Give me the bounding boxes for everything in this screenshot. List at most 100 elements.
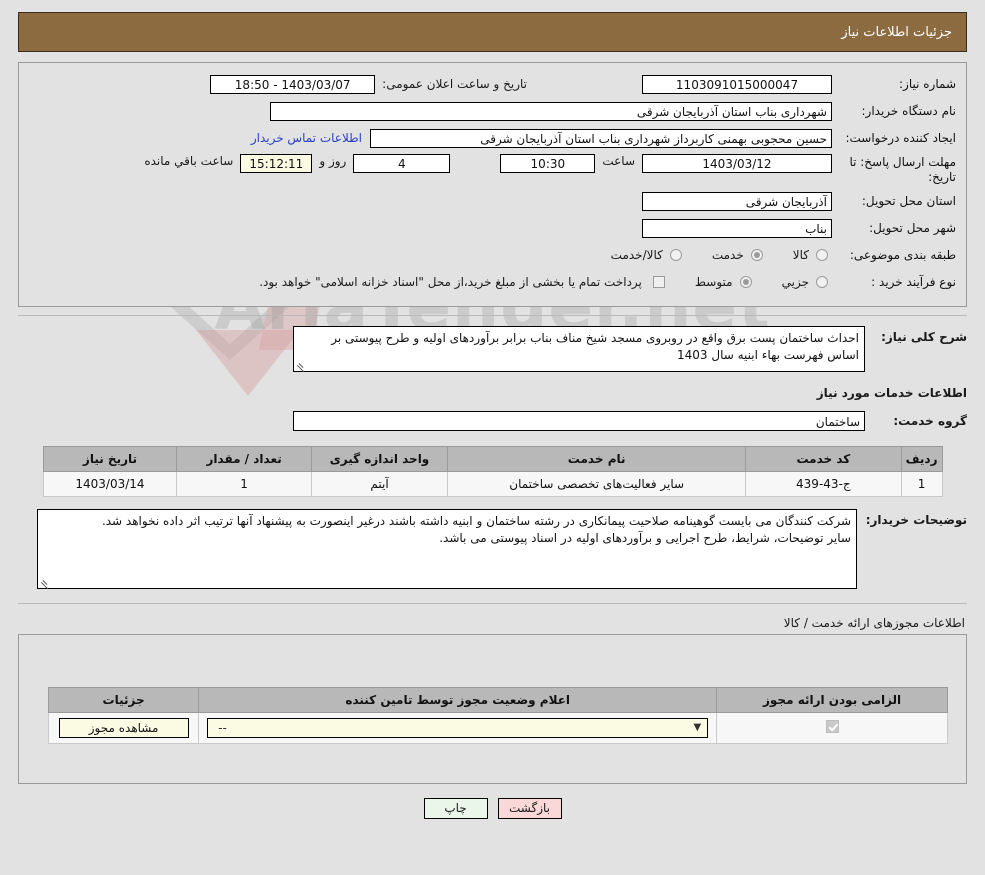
label-service-group: گروه خدمت: [893,414,967,428]
buyer-notes-line-2: سایر توضیحات، شرایط، طرح اجرایی و برآورد… [439,531,851,545]
radio-icon[interactable] [750,249,763,261]
footer-buttons: بازگشت چاپ [0,798,985,819]
services-col-name: نام خدمت [447,446,747,472]
cell-permit-detail: مشاهده مجوز [47,712,200,744]
permits-panel: الزامی بودن ارائه مجوز اعلام وضعیت مجوز … [18,634,967,784]
permit-required-checkbox[interactable] [825,720,839,733]
category-option-label: کالا [792,248,809,262]
remaining-time-field[interactable]: 15:12:11 [240,154,313,173]
deadline-date-field[interactable]: 1403/03/12 [642,154,832,173]
services-table: ردیف کد خدمت نام خدمت واحد اندازه گیری ت… [42,446,943,497]
permits-table-header-row: الزامی بودن ارائه مجوز اعلام وضعیت مجوز … [47,687,948,713]
radio-icon[interactable] [816,249,828,261]
creator-field[interactable]: حسین محجوبی بهمنی کاربرداز شهرداری بناب … [370,128,832,148]
chevron-down-icon: ▼ [693,722,702,733]
page-root: AriaTender.net جزئیات اطلاعات نیاز شماره… [0,0,985,875]
category-option-kala-khedmat[interactable]: کالا/خدمت [611,248,686,262]
services-col-code: کد خدمت [745,446,902,472]
services-table-header-row: ردیف کد خدمت نام خدمت واحد اندازه گیری ت… [42,446,943,472]
category-option-khedmat[interactable]: خدمت [712,248,767,262]
process-radio-group: جزیي متوسط [669,275,832,289]
buyer-notes-textarea[interactable]: شرکت کنندگان می بایست گوهینامه صلاحیت پی… [37,509,857,590]
summary-text: احداث ساختمان پست برق واقع در روبروی مسج… [331,331,859,362]
label-remaining: ساعت باقي مانده [144,154,234,168]
label-category: طبقه بندی موضوعی: [849,248,956,262]
cell-unit: آیتم [310,471,449,497]
row-service-group: گروه خدمت: ساختمان [18,410,967,432]
summary-textarea[interactable]: احداث ساختمان پست برق واقع در روبروی مسج… [293,326,865,373]
permit-status-select[interactable]: ▼ -- [207,718,709,738]
row-process-type: نوع فرآیند خرید : جزیي متوسط پرداخت تمام… [29,271,956,293]
resize-grip-icon[interactable] [40,578,49,590]
services-col-row-no: ردیف [900,446,943,472]
label-deadline: مهلت ارسال پاسخ: تا تاریخ: [849,155,956,184]
resize-grip-icon[interactable] [296,361,305,373]
services-section-title: اطلاعات خدمات مورد نیاز [816,386,967,400]
radio-icon[interactable] [739,276,752,288]
radio-icon[interactable] [669,249,682,261]
treasury-checkbox[interactable] [652,276,665,288]
permit-status-value: -- [218,721,227,735]
label-public-announce: تاریخ و ساعت اعلان عمومی: [382,77,527,91]
deadline-hour-field[interactable]: 10:30 [500,154,596,173]
cell-service-name: سایر فعالیت‌های تخصصی ساختمان [447,471,747,497]
label-process-type: نوع فرآیند خرید : [871,275,956,289]
need-number-field[interactable]: 1103091015000047 [642,74,832,94]
services-col-need-date: تاریخ نیاز [42,446,178,472]
row-province: استان محل تحویل: آذربایجان شرقی [29,190,956,212]
remaining-days-field[interactable]: 4 [353,154,451,173]
page-title: جزئیات اطلاعات نیاز [841,24,952,40]
row-city: شهر محل تحویل: بناب [29,217,956,239]
table-row: 1 ج-43-439 سایر فعالیت‌های تخصصی ساختمان… [42,471,943,497]
panel-divider [18,315,967,316]
buyer-notes-line-1: شرکت کنندگان می بایست گوهینامه صلاحیت پی… [101,514,851,528]
row-buyer-notes: توضیحات خریدار: شرکت کنندگان می بایست گو… [18,509,967,590]
label-need-number: شماره نیاز: [899,77,956,91]
permits-col-required: الزامی بودن ارائه مجوز [716,687,948,713]
label-creator: ایجاد کننده درخواست: [845,131,956,145]
row-deadline: مهلت ارسال پاسخ: تا تاریخ: 1403/03/12 سا… [29,154,956,185]
print-button[interactable]: چاپ [423,798,488,819]
cell-need-date: 1403/03/14 [42,471,178,497]
services-col-unit: واحد اندازه گیری [310,446,449,472]
service-group-field[interactable]: ساختمان [293,411,865,431]
row-creator: ایجاد کننده درخواست: حسین محجوبی بهمنی ک… [29,127,956,149]
cell-quantity: 1 [176,471,312,497]
page-title-bar: جزئیات اطلاعات نیاز [18,12,967,52]
label-province: استان محل تحویل: [861,194,956,208]
treasury-note-label: پرداخت تمام یا بخشی از مبلغ خرید،از محل … [259,275,642,289]
row-summary: شرح کلی نیاز: احداث ساختمان پست برق واقع… [18,326,967,373]
process-option-label: جزیي [781,275,809,289]
cell-row-no: 1 [900,471,943,497]
city-field[interactable]: بناب [642,218,832,238]
label-buyer-org: نام دستگاه خریدار: [861,104,957,118]
label-buyer-notes: توضیحات خریدار: [865,513,967,527]
summary-section: شرح کلی نیاز: احداث ساختمان پست برق واقع… [18,326,967,590]
row-buyer-org: نام دستگاه خریدار: شهرداری بناب استان آذ… [29,100,956,122]
label-hour: ساعت [602,154,635,168]
row-category: طبقه بندی موضوعی: کالا خدمت کالا/خدمت [29,244,956,266]
process-option-motevaset[interactable]: متوسط [695,275,756,289]
table-row: ▼ -- مشاهده مجوز [47,712,948,744]
label-city: شهر محل تحویل: [869,221,956,235]
process-option-jozei[interactable]: جزیي [782,275,832,289]
province-field[interactable]: آذربایجان شرقی [642,191,832,211]
process-option-label: متوسط [694,275,733,289]
section-divider [18,603,967,604]
category-option-label: خدمت [711,248,744,262]
back-button[interactable]: بازگشت [497,798,562,819]
cell-permit-status: ▼ -- [198,712,718,744]
category-option-kala[interactable]: کالا [793,248,832,262]
category-radio-group: کالا خدمت کالا/خدمت [585,248,832,262]
radio-icon[interactable] [816,276,828,288]
label-day-and: روز و [319,154,347,168]
buyer-contact-link[interactable]: اطلاعات تماس خریدار [243,131,370,145]
services-col-quantity: تعداد / مقدار [176,446,312,472]
permits-table: الزامی بودن ارائه مجوز اعلام وضعیت مجوز … [47,687,948,744]
view-permit-button[interactable]: مشاهده مجوز [58,718,189,738]
permits-col-status: اعلام وضعیت مجوز توسط تامین کننده [198,687,718,713]
public-announce-field[interactable]: 1403/03/07 - 18:50 [210,74,376,94]
cell-permit-required [716,712,948,744]
category-option-label: کالا/خدمت [610,248,663,262]
buyer-org-field[interactable]: شهرداری بناب استان آذربایجان شرقی [270,101,832,121]
